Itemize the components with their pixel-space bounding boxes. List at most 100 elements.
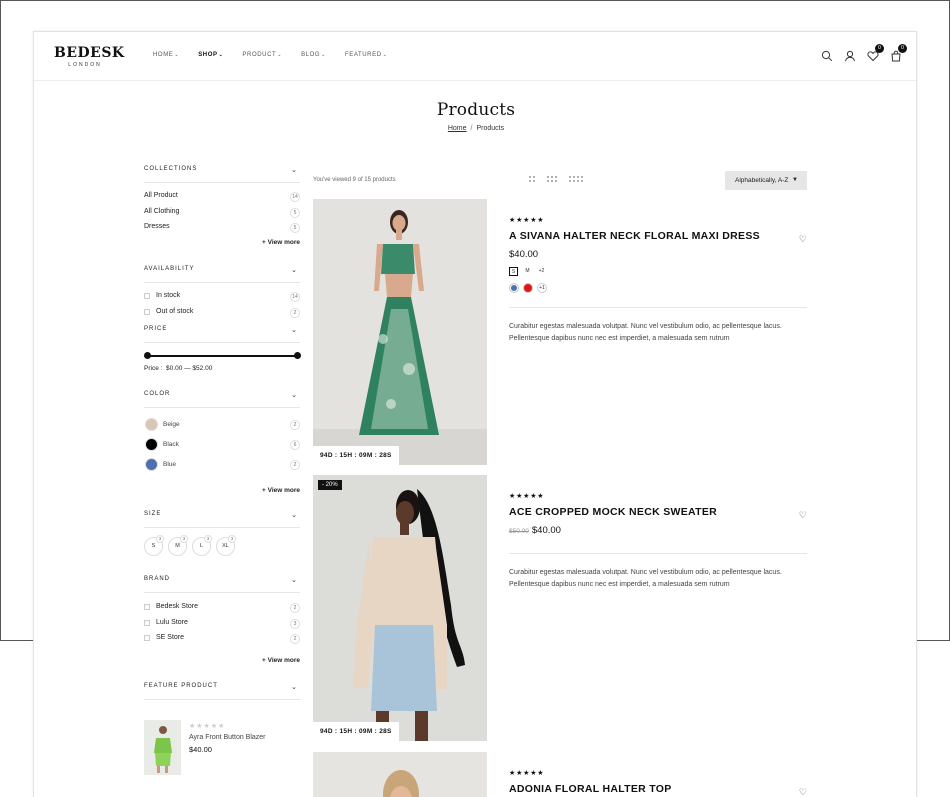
size-option[interactable]: M bbox=[523, 267, 532, 276]
sort-dropdown[interactable]: Alphabetically, A-Z ▼ bbox=[725, 171, 807, 190]
product-rating: ★★★★★ bbox=[509, 217, 545, 224]
size-count: 3 bbox=[156, 535, 164, 543]
checkbox[interactable] bbox=[144, 619, 150, 626]
product-card: ★★★★★ ADONIA FLORAL HALTER TOP ♡ bbox=[313, 752, 807, 797]
size-option-more[interactable]: +2 bbox=[537, 267, 546, 276]
product-name[interactable]: ACE CROPPED MOCK NECK SWEATER bbox=[509, 506, 717, 518]
availability-option[interactable]: Out of stock 2 bbox=[144, 307, 300, 324]
colors-view-more-link[interactable]: + View more bbox=[144, 487, 300, 494]
feature-product-name[interactable]: Ayra Front Button Blazer bbox=[189, 734, 266, 741]
size-chip[interactable]: S3 bbox=[144, 535, 164, 556]
wishlist-icon[interactable]: 0 bbox=[867, 44, 884, 62]
filter-availability-header[interactable]: AVAILABILITY ⌄ bbox=[144, 266, 300, 283]
color-option-more[interactable]: +1 bbox=[537, 283, 547, 293]
color-label: Black bbox=[163, 441, 179, 448]
wishlist-heart-icon[interactable]: ♡ bbox=[799, 787, 807, 797]
nav-blog[interactable]: BLOG⌄ bbox=[301, 52, 326, 58]
nav-product-label: PRODUCT bbox=[242, 52, 277, 58]
availability-label: In stock bbox=[156, 292, 181, 299]
product-image[interactable]: 94D : 15H : 09M : 28S bbox=[313, 199, 487, 465]
brand-label: Bedesk Store bbox=[156, 603, 199, 610]
grid-4-columns-icon[interactable] bbox=[569, 176, 583, 182]
product-price: $40.00 bbox=[509, 249, 539, 260]
chevron-down-icon: ⌄ bbox=[291, 167, 298, 174]
collection-item[interactable]: All Clothing 5 bbox=[144, 207, 300, 224]
product-card: 94D : 15H : 09M : 28S ★★★★★ A SIVANA HAL… bbox=[313, 199, 807, 465]
chevron-down-icon: ⌄ bbox=[291, 512, 298, 519]
size-label: M bbox=[175, 543, 180, 549]
checkbox[interactable] bbox=[144, 635, 150, 641]
caret-down-icon: ▼ bbox=[792, 177, 798, 183]
filter-brand: BRAND ⌄ Bedesk Store 2 Lulu Store 3 SE Sto… bbox=[144, 576, 300, 683]
price-slider-max-handle[interactable] bbox=[294, 352, 301, 359]
filter-collections-header[interactable]: COLLECTIONS ⌄ bbox=[144, 166, 300, 183]
wishlist-heart-icon[interactable]: ♡ bbox=[799, 234, 807, 245]
color-count: 2 bbox=[290, 420, 300, 430]
feature-product-section: FEATURE PRODUCT ⌄ ★★★★★ Ayra Front Butto… bbox=[144, 683, 300, 793]
color-option[interactable]: Blue 2 bbox=[144, 458, 300, 480]
product-rating: ★★★★★ bbox=[509, 493, 545, 500]
breadcrumb-home-link[interactable]: Home bbox=[448, 125, 467, 132]
product-name[interactable]: A SIVANA HALTER NECK FLORAL MAXI DRESS bbox=[509, 230, 760, 242]
search-icon[interactable] bbox=[821, 49, 833, 62]
availability-option[interactable]: In stock 14 bbox=[144, 292, 300, 308]
product-rating: ★★★★★ bbox=[509, 770, 545, 777]
chevron-down-icon: ⌄ bbox=[321, 52, 326, 58]
brand-option[interactable]: Bedesk Store 2 bbox=[144, 603, 300, 619]
collection-item[interactable]: All Product 14 bbox=[144, 192, 300, 208]
feature-product-image[interactable] bbox=[144, 720, 181, 775]
price-slider-min-handle[interactable] bbox=[144, 352, 151, 359]
checkbox[interactable] bbox=[144, 604, 150, 610]
brand-option[interactable]: SE Store 2 bbox=[144, 634, 300, 650]
wishlist-heart-icon[interactable]: ♡ bbox=[799, 510, 807, 521]
filter-brand-header[interactable]: BRAND ⌄ bbox=[144, 576, 300, 593]
product-image[interactable]: - 20% 94D : 15H : 09M : 28S bbox=[313, 475, 487, 741]
account-icon[interactable] bbox=[844, 49, 856, 62]
color-option[interactable]: Beige 2 bbox=[144, 418, 300, 440]
nav-home[interactable]: HOME⌄ bbox=[153, 52, 179, 58]
size-chip[interactable]: M3 bbox=[168, 535, 188, 556]
color-option[interactable]: Black 6 bbox=[144, 438, 300, 460]
product-image[interactable] bbox=[313, 752, 487, 797]
product-name[interactable]: ADONIA FLORAL HALTER TOP bbox=[509, 783, 672, 795]
nav-featured-label: FEATURED bbox=[344, 52, 382, 58]
collections-view-more-link[interactable]: + View more bbox=[144, 239, 300, 246]
size-chip[interactable]: L3 bbox=[192, 535, 212, 556]
filter-price-header[interactable]: PRICE ⌄ bbox=[144, 326, 300, 343]
size-label: XL bbox=[222, 543, 229, 549]
checkbox[interactable] bbox=[144, 308, 150, 315]
price-slider-track bbox=[147, 355, 297, 357]
cart-icon[interactable]: 0 bbox=[890, 44, 907, 62]
filter-color-header[interactable]: COLOR ⌄ bbox=[144, 391, 300, 408]
nav-featured[interactable]: FEATURED⌄ bbox=[345, 52, 388, 58]
availability-label: Out of stock bbox=[156, 307, 194, 315]
nav-product[interactable]: PRODUCT⌄ bbox=[242, 52, 282, 58]
price-label: Price : bbox=[144, 365, 163, 372]
feature-product-header[interactable]: FEATURE PRODUCT ⌄ bbox=[144, 683, 300, 700]
feature-product-card[interactable]: ★★★★★ Ayra Front Button Blazer $40.00 bbox=[144, 720, 300, 790]
brand-logo[interactable]: BEDESK LONDON bbox=[54, 46, 124, 68]
brand-option[interactable]: Lulu Store 3 bbox=[144, 618, 300, 635]
main-nav: HOME⌄ SHOP⌄ PRODUCT⌄ BLOG⌄ FEATURED⌄ bbox=[153, 52, 406, 58]
grid-3-columns-icon[interactable] bbox=[547, 176, 557, 182]
color-swatch-red[interactable] bbox=[523, 283, 533, 293]
filter-size-title: SIZE bbox=[144, 511, 162, 517]
size-option[interactable]: S bbox=[509, 267, 518, 276]
checkbox[interactable] bbox=[144, 293, 150, 299]
feature-product-rating: ★★★★★ bbox=[189, 723, 226, 730]
color-swatch-black bbox=[145, 438, 158, 451]
availability-count: 14 bbox=[290, 292, 300, 302]
nav-shop[interactable]: SHOP⌄ bbox=[198, 52, 223, 58]
grid-2-columns-icon[interactable] bbox=[529, 176, 535, 182]
filter-size-header[interactable]: SIZE ⌄ bbox=[144, 511, 300, 528]
price-range-slider[interactable] bbox=[144, 343, 301, 365]
collection-item[interactable]: Dresses 5 bbox=[144, 223, 300, 239]
chevron-down-icon: ⌄ bbox=[291, 327, 298, 334]
discount-badge: - 20% bbox=[318, 480, 342, 490]
size-chip[interactable]: XL 3 bbox=[216, 535, 236, 556]
product-size-options: S M +2 bbox=[509, 267, 546, 276]
brands-view-more-link[interactable]: + View more bbox=[144, 657, 300, 664]
color-swatch-blue[interactable] bbox=[509, 283, 519, 293]
product-color-options: +1 bbox=[509, 283, 547, 293]
filter-color: COLOR ⌄ Beige 2 Black 6 Blue 2 + View more bbox=[144, 391, 300, 511]
